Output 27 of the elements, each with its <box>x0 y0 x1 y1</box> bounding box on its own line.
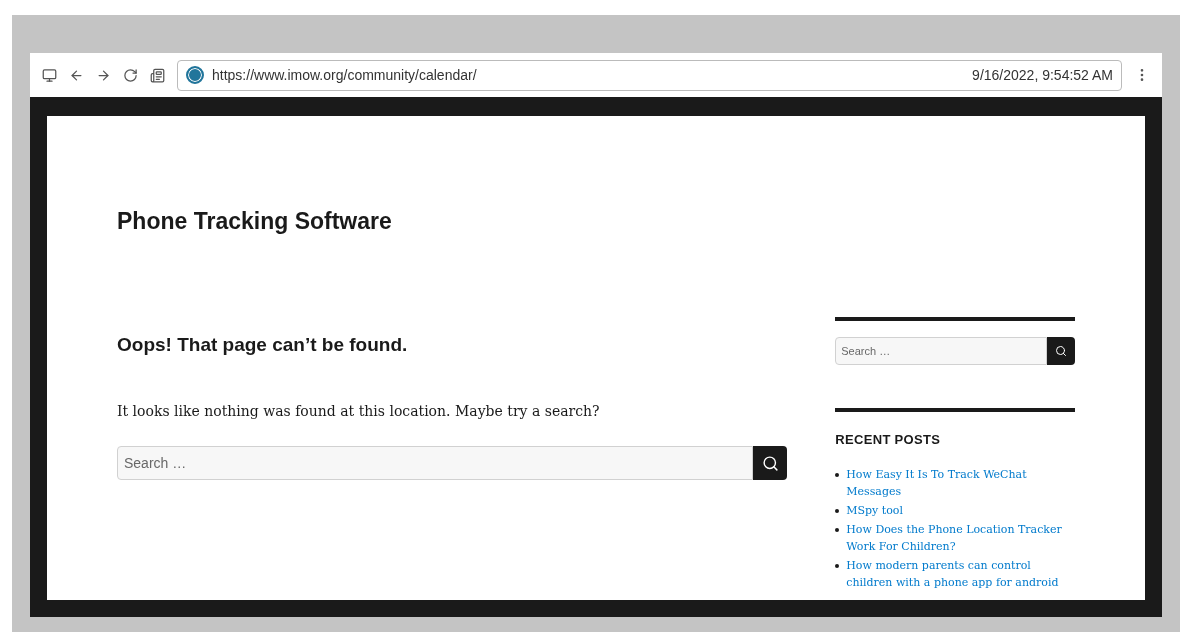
site-logo-icon <box>186 66 204 84</box>
address-bar[interactable]: https://www.imow.org/community/calendar/ 9/16/2022, 9:54:52 AM <box>177 59 1122 91</box>
timestamp: 9/16/2022, 9:54:52 AM <box>972 65 1113 85</box>
back-icon[interactable] <box>69 67 84 83</box>
recent-post-link[interactable]: How Easy It Is To Track WeChat Messages <box>846 466 1075 500</box>
recent-post-link[interactable]: How modern parents can control children with a phone app for android <box>846 557 1075 591</box>
site-title: Phone Tracking Software <box>117 207 393 236</box>
sidebar-search-field[interactable]: Search … <box>835 336 1047 365</box>
widget-heading: RECENT POSTS <box>835 430 942 449</box>
search-button[interactable] <box>753 446 788 480</box>
bullet-icon <box>835 564 840 568</box>
search-icon <box>1055 344 1067 357</box>
reload-icon[interactable] <box>123 67 138 83</box>
not-found-message: It looks like nothing was found at this location. Maybe try a search? <box>117 402 601 421</box>
monitor-icon[interactable] <box>42 67 57 83</box>
page-heading: Oops! That page can’t be found. <box>117 332 409 357</box>
reader-icon[interactable] <box>150 67 165 83</box>
search-field[interactable]: Search … <box>117 446 754 480</box>
recent-post-link[interactable]: MSpy tool <box>846 502 903 519</box>
search-icon <box>761 454 779 472</box>
sidebar-search-button[interactable] <box>1047 336 1075 365</box>
bullet-icon <box>835 528 840 532</box>
recent-post-link[interactable]: How Does the Phone Location Tracker Work For Children? <box>846 521 1075 555</box>
forward-icon[interactable] <box>96 67 111 83</box>
bullet-icon <box>835 473 840 477</box>
url-text: https://www.imow.org/community/calendar/ <box>212 65 478 85</box>
bullet-icon <box>835 509 840 513</box>
